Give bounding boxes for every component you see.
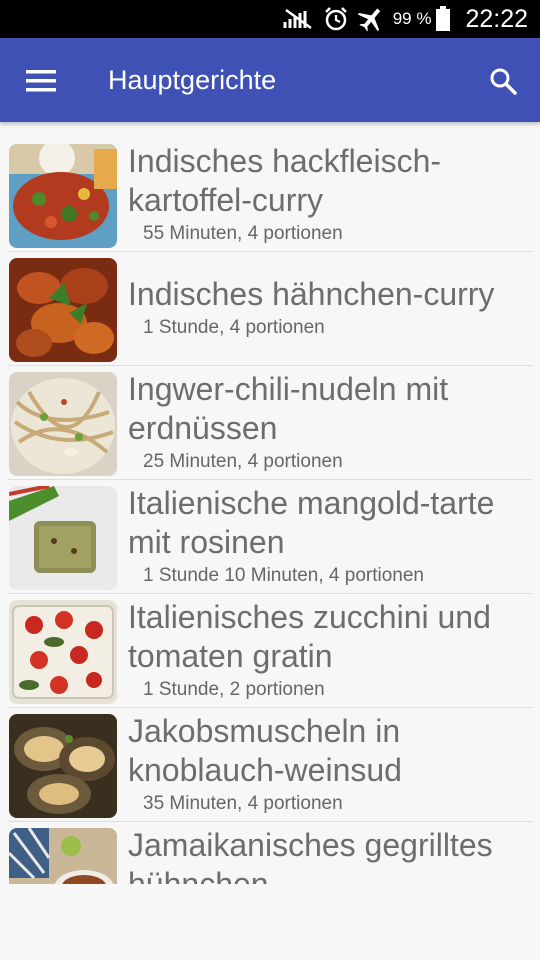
recipe-title: Jakobsmuscheln in knoblauch-weinsud <box>128 713 402 788</box>
recipe-list[interactable]: Indisches hackfleisch-kartoffel-curry 55… <box>0 138 540 884</box>
alarm-icon <box>323 6 349 32</box>
page-title: Hauptgerichte <box>108 65 277 95</box>
recipe-meta: 1 Stunde 10 Minuten, 4 portionen <box>143 565 424 586</box>
recipe-image <box>9 828 117 884</box>
airplane-mode-icon <box>357 6 385 32</box>
recipe-title: Indisches hähnchen-curry <box>128 276 495 312</box>
list-item[interactable]: Indisches hähnchen-curry 1 Stunde, 4 por… <box>8 252 533 366</box>
menu-icon[interactable] <box>20 60 62 102</box>
list-item[interactable]: Italienische mangold-tarte mit rosinen 1… <box>8 480 533 594</box>
status-clock: 22:22 <box>465 4 528 33</box>
recipe-meta: 55 Minuten, 4 portionen <box>143 223 343 244</box>
recipe-image <box>9 714 117 818</box>
list-item[interactable]: Ingwer-chili-nudeln mit erdnüssen 25 Min… <box>8 366 533 480</box>
signal-off-icon <box>283 8 315 30</box>
recipe-image <box>9 144 117 248</box>
recipe-title: Italienisches zucchini und tomaten grati… <box>128 599 491 674</box>
list-item[interactable]: Jakobsmuscheln in knoblauch-weinsud 35 M… <box>8 708 533 822</box>
list-item[interactable]: Indisches hackfleisch-kartoffel-curry 55… <box>8 138 533 252</box>
status-bar: 99 % 22:22 <box>0 0 540 38</box>
recipe-image <box>9 372 117 476</box>
recipe-title: Jamaikanisches gegrilltes hühnchen <box>128 827 493 884</box>
recipe-image <box>9 600 117 704</box>
recipe-image <box>9 258 117 362</box>
list-item[interactable]: Italienisches zucchini und tomaten grati… <box>8 594 533 708</box>
search-icon[interactable] <box>482 60 524 102</box>
app-bar: Hauptgerichte <box>0 38 540 122</box>
list-item[interactable]: Jamaikanisches gegrilltes hühnchen <box>8 822 533 884</box>
recipe-title: Italienische mangold-tarte mit rosinen <box>128 485 495 560</box>
battery-icon <box>435 6 451 32</box>
recipe-meta: 1 Stunde, 2 portionen <box>143 679 325 700</box>
recipe-meta: 25 Minuten, 4 portionen <box>143 451 343 472</box>
recipe-meta: 35 Minuten, 4 portionen <box>143 793 343 814</box>
recipe-meta: 1 Stunde, 4 portionen <box>143 317 325 338</box>
recipe-title: Indisches hackfleisch-kartoffel-curry <box>128 143 442 218</box>
battery-percent: 99 % <box>392 9 432 28</box>
recipe-image <box>9 486 117 590</box>
recipe-title: Ingwer-chili-nudeln mit erdnüssen <box>128 371 449 446</box>
